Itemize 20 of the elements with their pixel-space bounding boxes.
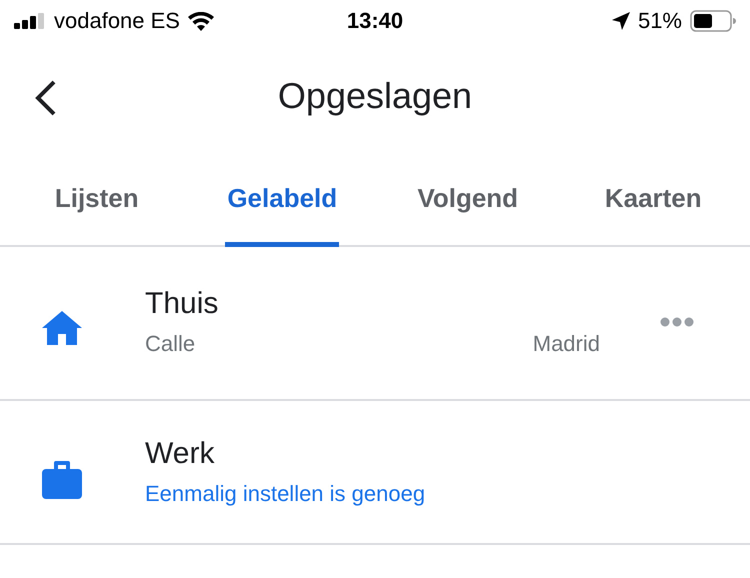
tab[interactable]: Volgend	[415, 150, 520, 247]
page-title: Opgeslagen	[278, 75, 472, 117]
tab[interactable]: Kaarten	[602, 150, 704, 247]
place-address: Calle	[145, 331, 196, 357]
battery-icon	[690, 10, 736, 32]
wifi-icon	[188, 12, 214, 30]
ellipsis-icon	[660, 317, 694, 327]
place-name: Thuis	[145, 287, 220, 321]
place-name: Werk	[145, 437, 216, 471]
briefcase-icon	[42, 461, 82, 499]
tab[interactable]: Gelabeld	[225, 150, 340, 247]
battery-percentage: 51%	[638, 8, 682, 34]
signal-icon	[14, 13, 46, 29]
home-icon	[42, 311, 82, 345]
carrier-name: vodafone ES	[54, 8, 180, 34]
tab[interactable]: Lijsten	[52, 150, 141, 247]
location-arrow-icon	[612, 12, 630, 30]
setup-link[interactable]: Eenmalig instellen is genoeg	[145, 481, 750, 507]
clock-time: 13:40	[346, 8, 404, 34]
place-city: Madrid	[532, 331, 600, 357]
